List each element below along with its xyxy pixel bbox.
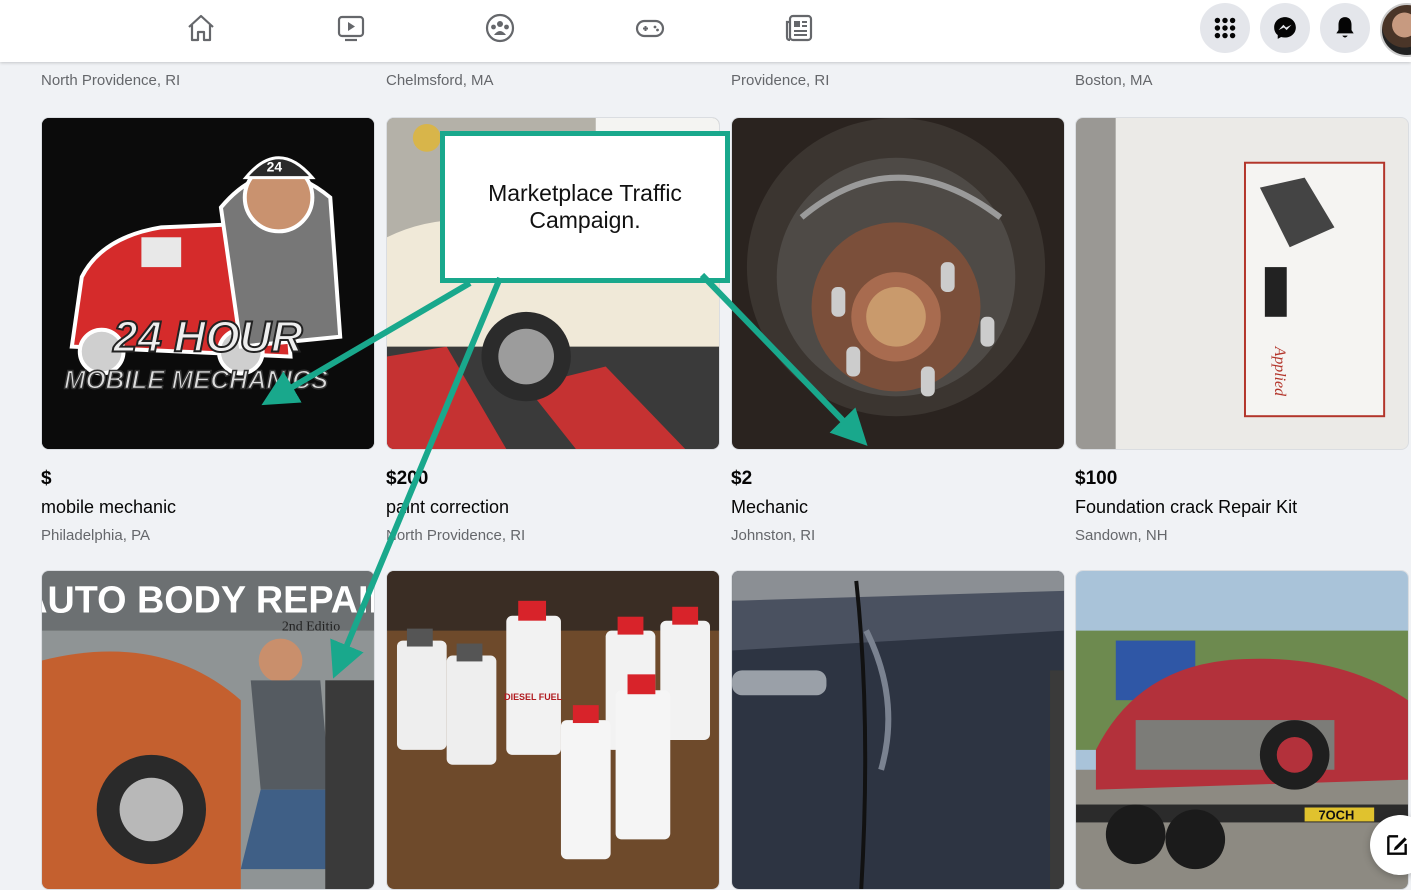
listing-image[interactable]: 24 24 HOUR MOBILE MECHANICS (41, 117, 375, 450)
listing-title[interactable]: Foundation crack Repair Kit (1075, 497, 1297, 518)
messenger-icon[interactable] (1260, 3, 1310, 53)
listing-location: Philadelphia, PA (41, 527, 150, 544)
listing-title[interactable]: Mechanic (731, 497, 808, 518)
groups-icon[interactable] (478, 8, 522, 48)
image-brand-text: Applied (1271, 346, 1288, 396)
listing-image[interactable]: 7OCH (1075, 570, 1409, 890)
listing-price: $ (41, 468, 52, 489)
listing-title[interactable]: paint correction (386, 497, 509, 518)
listing-location: North Providence, RI (41, 72, 181, 89)
gaming-icon[interactable] (628, 8, 672, 48)
news-feed-icon[interactable] (778, 8, 822, 48)
menu-grid-icon[interactable] (1200, 3, 1250, 53)
image-subtitle-text: 2nd Editio (282, 620, 340, 635)
image-label-text: 7OCH (1318, 807, 1354, 822)
listing-image[interactable]: DIESEL FUEL (386, 570, 720, 890)
listing-image[interactable] (731, 117, 1065, 450)
watch-icon[interactable] (329, 8, 373, 48)
listing-location: North Providence, RI (386, 527, 526, 544)
notifications-icon[interactable] (1320, 3, 1370, 53)
home-icon[interactable] (179, 8, 223, 48)
listing-location: Chelmsford, MA (386, 72, 494, 89)
image-label-text: DIESEL FUEL (504, 692, 562, 702)
listing-location: Boston, MA (1075, 72, 1153, 89)
listing-price: $2 (731, 468, 753, 489)
image-subtitle-text: MOBILE MECHANICS (64, 366, 328, 394)
listing-price: $100 (1075, 468, 1118, 489)
image-title-text: AUTO BODY REPAIR (42, 580, 374, 622)
listing-location: Providence, RI (731, 72, 830, 89)
edit-icon (1387, 835, 1407, 855)
image-badge-text: 24 (267, 159, 283, 175)
listing-image[interactable]: Applied (1075, 117, 1409, 450)
annotation-callout: Marketplace Traffic Campaign. (440, 131, 730, 283)
listing-location: Johnston, RI (731, 527, 816, 544)
image-title-text: 24 HOUR (112, 313, 303, 362)
avatar[interactable] (1380, 3, 1411, 57)
listing-price: $200 (386, 468, 429, 489)
listing-location: Sandown, NH (1075, 527, 1168, 544)
top-navigation-bar (0, 0, 1411, 62)
listing-title[interactable]: mobile mechanic (41, 497, 176, 518)
callout-text: Marketplace Traffic Campaign. (488, 180, 682, 233)
listing-image[interactable]: AUTO BODY REPAIR 2nd Editio (41, 570, 375, 890)
listing-image[interactable] (731, 570, 1065, 890)
